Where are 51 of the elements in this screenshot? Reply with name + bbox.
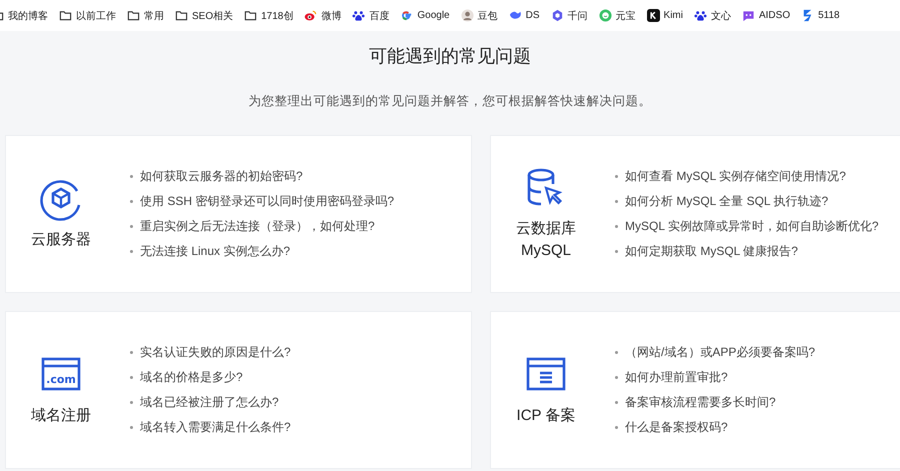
card-title: 域名注册 <box>31 406 91 426</box>
bookmark-link[interactable]: 微博 <box>304 8 342 22</box>
faq-question-link[interactable]: 如何办理前置审批? <box>615 369 728 386</box>
faq-question-link[interactable]: （网站/域名）或APP必须要备案吗? <box>615 344 816 361</box>
paw-icon <box>694 9 707 22</box>
card-title: 云数据库 MySQL <box>516 219 576 261</box>
letter-g-icon <box>400 9 414 22</box>
folder-icon <box>244 9 258 22</box>
bookmark-link[interactable]: 常用 <box>127 8 164 22</box>
bookmark-link[interactable]: 以前工作 <box>59 8 116 22</box>
paw-icon <box>352 9 366 22</box>
faq-question-link[interactable]: 备案审核流程需要多长时间? <box>615 394 776 411</box>
bookmark-link[interactable]: 文心 <box>694 8 731 22</box>
bookmark-link[interactable]: DS <box>508 9 540 22</box>
faq-question-link[interactable]: 域名转入需要满足什么条件? <box>130 419 291 436</box>
faq-question-link[interactable]: MySQL 实例故障或异常时，如何自助诊断优化? <box>615 218 879 235</box>
section-heading: 可能遇到的常见问题 <box>368 45 532 68</box>
bookmark-link[interactable]: Google <box>400 9 450 22</box>
avatar-icon <box>460 9 474 22</box>
faq-question-link[interactable]: 如何获取云服务器的初始密码? <box>130 168 303 185</box>
bookmark-link[interactable]: 我的博客 <box>0 8 48 22</box>
bookmark-link[interactable]: 千问 <box>550 8 588 22</box>
section-subtitle: 为您整理出可能遇到的常见问题并解答，您可根据解答快速解决问题。 <box>248 93 652 109</box>
faq-question-link[interactable]: 实名认证失败的原因是什么? <box>130 344 291 361</box>
folder-icon <box>175 9 188 22</box>
faq-question-link[interactable]: 什么是备案授权码? <box>615 419 728 436</box>
smile-logo-icon <box>598 9 612 22</box>
faq-question-link[interactable]: 域名已经被注册了怎么办? <box>130 394 279 411</box>
card-title: 云服务器 <box>31 230 91 250</box>
faq-question-link[interactable]: 重启实例之后无法连接（登录），如何处理? <box>130 218 375 235</box>
bookmark-link[interactable]: 豆包 <box>460 8 498 22</box>
folder-icon <box>127 9 140 22</box>
faq-question-link[interactable]: 如何分析 MySQL 全量 SQL 执行轨迹? <box>615 193 828 210</box>
bookmark-link[interactable]: 元宝 <box>598 8 636 22</box>
letter-k-icon <box>646 9 660 22</box>
bookmark-link[interactable]: 百度 <box>352 8 390 22</box>
chat-bubble-icon <box>742 9 755 22</box>
bookmark-link[interactable]: Kimi <box>646 9 683 22</box>
faq-question-link[interactable]: 如何查看 MySQL 实例存储空间使用情况? <box>615 168 846 185</box>
folder-icon <box>59 9 72 22</box>
faq-question-link[interactable]: 无法连接 Linux 实例怎么办? <box>130 243 290 260</box>
bookmark-link[interactable]: 5118 <box>801 9 840 22</box>
faq-question-link[interactable]: 域名的价格是多少? <box>130 369 243 386</box>
eye-logo-icon <box>304 9 318 22</box>
card-title: ICP 备案 <box>516 406 576 426</box>
bookmark-link[interactable]: SEO相关 <box>175 8 234 22</box>
faq-question-link[interactable]: 如何定期获取 MySQL 健康报告? <box>615 243 798 260</box>
cube-in-circle-icon <box>39 177 83 221</box>
bookmark-link[interactable]: AIDSO <box>742 9 790 22</box>
bookmark-link[interactable]: 1718创 <box>244 8 294 22</box>
faq-question-link[interactable]: 使用 SSH 密钥登录还可以同时使用密码登录吗? <box>130 193 394 210</box>
